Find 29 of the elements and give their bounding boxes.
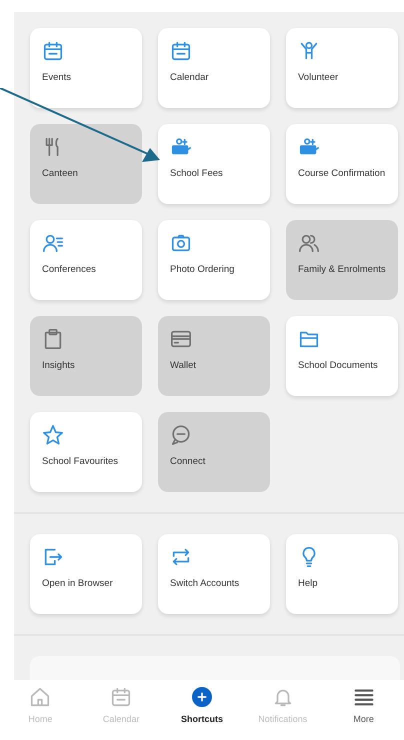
plus-circle-icon bbox=[190, 686, 213, 708]
shortcut-tile[interactable]: School Favourites bbox=[30, 412, 142, 492]
star-icon bbox=[42, 424, 64, 446]
calendar-icon bbox=[42, 40, 64, 62]
people-icon bbox=[298, 232, 320, 254]
chat-bubble-icon bbox=[170, 424, 192, 446]
action-tile[interactable]: Help bbox=[286, 534, 398, 614]
shortcut-tile[interactable]: Conferences bbox=[30, 220, 142, 300]
clipboard-icon bbox=[42, 328, 64, 350]
shortcut-tile[interactable]: Course Confirmation bbox=[286, 124, 398, 204]
shortcut-tile[interactable]: Events bbox=[30, 28, 142, 108]
nav-tab[interactable]: More bbox=[323, 680, 404, 740]
home-icon bbox=[29, 686, 52, 708]
camera-icon bbox=[170, 232, 192, 254]
shortcut-tile[interactable]: School Fees bbox=[158, 124, 270, 204]
action-tile[interactable]: Open in Browser bbox=[30, 534, 142, 614]
shortcut-tile[interactable]: Volunteer bbox=[286, 28, 398, 108]
contacts-icon bbox=[42, 232, 64, 254]
calendar-icon bbox=[110, 686, 132, 708]
shortcut-tile[interactable]: School Documents bbox=[286, 316, 398, 396]
shortcut-tile[interactable]: Calendar bbox=[158, 28, 270, 108]
calendar-icon bbox=[170, 40, 192, 62]
card-icon bbox=[170, 328, 192, 350]
person-icon bbox=[298, 40, 320, 62]
shortcut-tile[interactable]: Photo Ordering bbox=[158, 220, 270, 300]
action-tile[interactable]: Switch Accounts bbox=[158, 534, 270, 614]
exit-icon bbox=[42, 546, 64, 568]
swap-arrows-icon bbox=[170, 546, 192, 568]
nav-tab[interactable]: Shortcuts bbox=[162, 680, 242, 740]
